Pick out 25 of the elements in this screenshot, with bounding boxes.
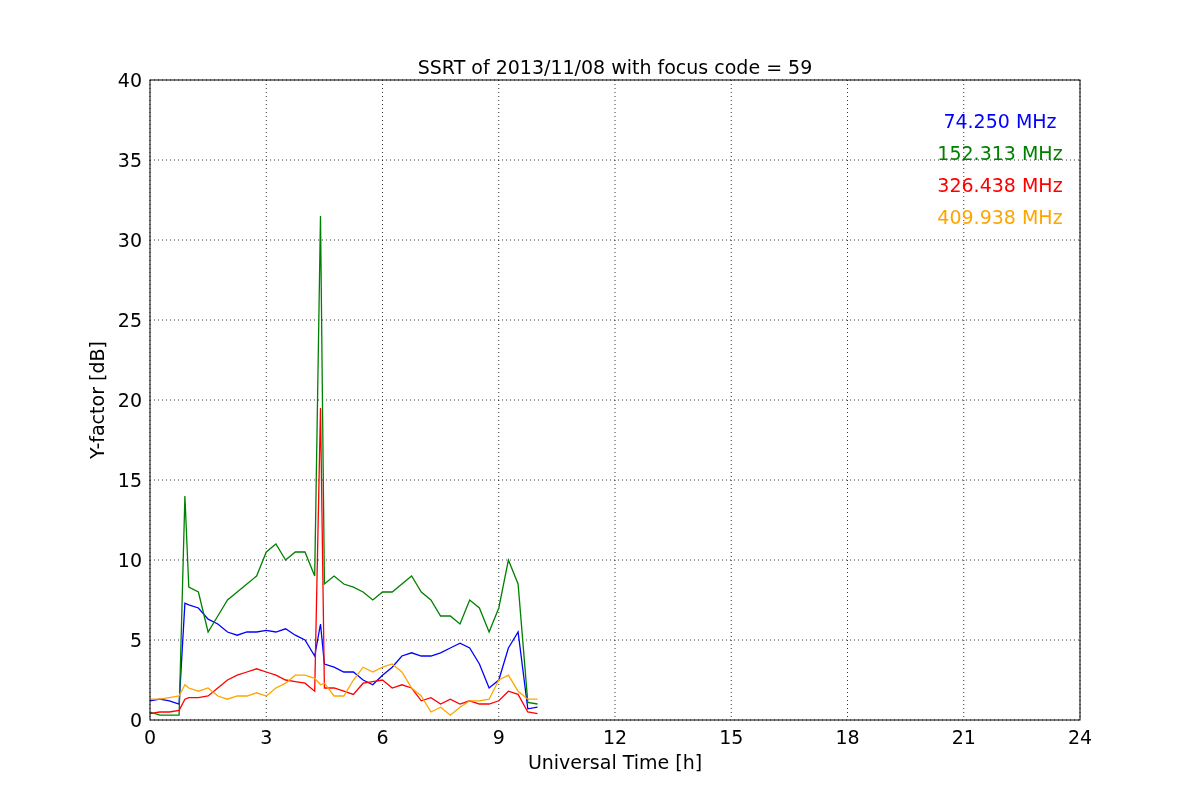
x-tick-label: 12	[602, 726, 628, 748]
x-tick-label: 18	[835, 726, 860, 748]
y-axis-label: Y-factor [dB]	[86, 341, 108, 459]
x-tick-label: 0	[143, 726, 157, 748]
legend-entry: 326.438 MHz	[937, 174, 1063, 196]
x-axis-label: Universal Time [h]	[527, 751, 703, 773]
chart-title: SSRT of 2013/11/08 with focus code = 59	[417, 56, 813, 78]
y-tick-label: 35	[117, 149, 142, 171]
y-tick-label: 5	[129, 629, 142, 651]
legend-entry: 409.938 MHz	[937, 206, 1063, 228]
y-tick-label: 15	[117, 469, 142, 491]
y-tick-label: 0	[129, 709, 142, 731]
x-tick-label: 15	[719, 726, 744, 748]
y-tick-label: 10	[117, 549, 142, 571]
y-tick-label: 40	[117, 69, 142, 91]
x-tick-label: 24	[1067, 726, 1093, 748]
legend-entry: 152.313 MHz	[937, 142, 1063, 164]
y-tick-label: 20	[117, 389, 142, 411]
y-tick-label: 30	[117, 229, 142, 251]
x-tick-label: 3	[260, 726, 273, 748]
x-tick-label: 9	[492, 726, 505, 748]
x-tick-label: 6	[376, 726, 389, 748]
x-tick-label: 21	[951, 726, 976, 748]
y-tick-label: 25	[117, 309, 142, 331]
legend-entry: 74.250 MHz	[943, 110, 1057, 132]
